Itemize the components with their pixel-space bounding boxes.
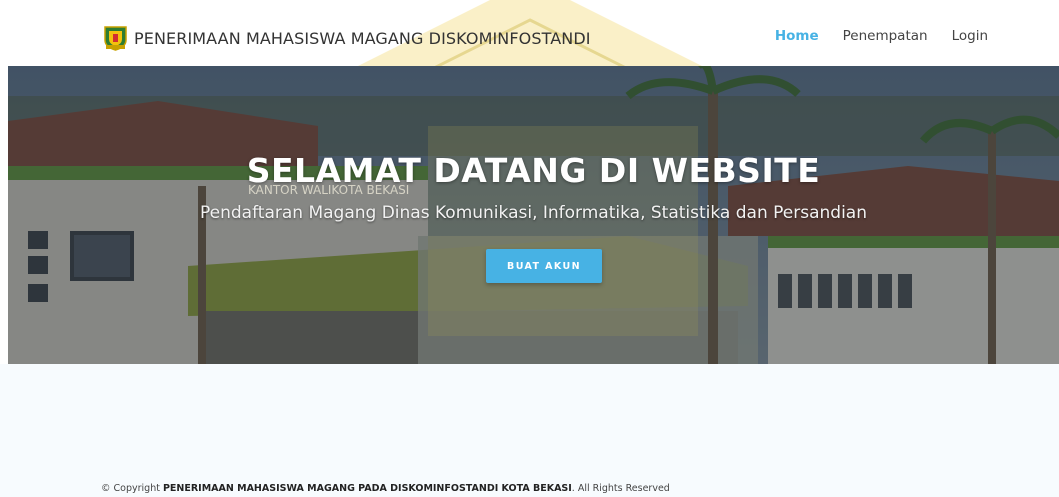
brand[interactable]: PENERIMAAN MAHASISWA MAGANG DISKOMINFOST…: [103, 25, 591, 51]
hero-section: KANTOR WALIKOTA BEKASI SELAMAT DATANG DI…: [8, 66, 1059, 364]
main-nav: Home Penempatan Login: [775, 28, 988, 44]
navbar: PENERIMAAN MAHASISWA MAGANG DISKOMINFOST…: [0, 10, 1059, 66]
hero-subtitle: Pendaftaran Magang Dinas Komunikasi, Inf…: [200, 203, 867, 223]
footer-prefix: © Copyright: [101, 483, 163, 494]
hero-content: SELAMAT DATANG DI WEBSITE Pendaftaran Ma…: [8, 66, 1059, 364]
content-section: [0, 364, 1059, 497]
nav-home[interactable]: Home: [775, 28, 819, 44]
brand-title: PENERIMAAN MAHASISWA MAGANG DISKOMINFOST…: [134, 28, 591, 48]
nav-penempatan[interactable]: Penempatan: [843, 28, 928, 44]
footer-org: PENERIMAAN MAHASISWA MAGANG PADA DISKOMI…: [162, 483, 572, 494]
create-account-button[interactable]: BUAT AKUN: [486, 249, 602, 283]
nav-login[interactable]: Login: [952, 28, 988, 44]
footer-suffix: . All Rights Reserved: [571, 483, 670, 494]
bekasi-crest-icon: [104, 26, 127, 51]
hero-title: SELAMAT DATANG DI WEBSITE: [246, 151, 821, 190]
footer-copyright: © Copyright PENERIMAAN MAHASISWA MAGANG …: [101, 483, 670, 494]
